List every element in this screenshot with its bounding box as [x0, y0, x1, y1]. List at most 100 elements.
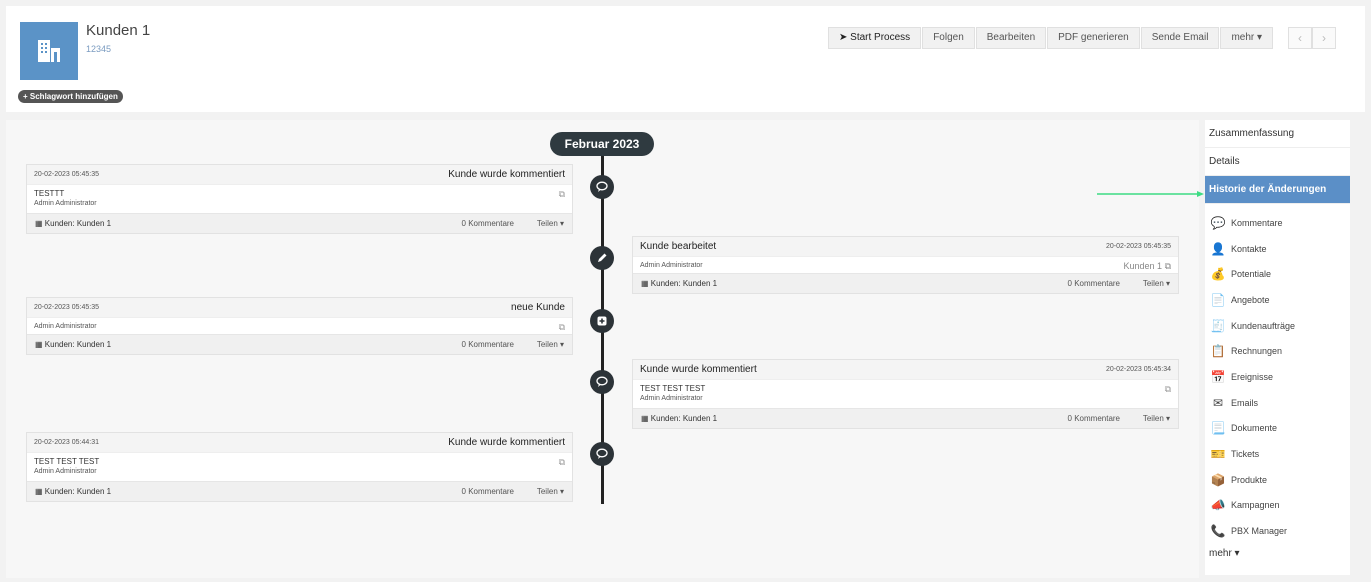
comments-link[interactable]: 0 Kommentare	[1068, 414, 1120, 423]
pencil-icon	[590, 246, 614, 270]
entry-author: Admin Administrator	[640, 262, 703, 269]
sidebar-item-tickets[interactable]: 🎫 Tickets	[1205, 441, 1350, 467]
related-record-link[interactable]: ▦ Kunden: Kunden 1	[641, 279, 717, 288]
share-dropdown[interactable]: Teilen ▾	[537, 487, 564, 496]
entry-author: Admin Administrator	[34, 200, 97, 207]
follow-button[interactable]: Folgen	[922, 27, 975, 49]
timeline-entry: Kunde wurde kommentiert 20-02-2023 05:45…	[632, 359, 1179, 429]
entry-text: TEST TEST TEST	[640, 384, 706, 393]
sidebar-item-events[interactable]: 📅 Ereignisse	[1205, 364, 1350, 390]
entry-text: TESTTT	[34, 189, 65, 198]
person-icon: 👤	[1210, 241, 1226, 256]
sidebar-item-documents[interactable]: 📃 Dokumente	[1205, 416, 1350, 442]
building-icon	[20, 22, 78, 80]
start-process-button[interactable]: ➤ Start Process	[828, 27, 922, 49]
sidebar-item-invoices[interactable]: 📋 Rechnungen	[1205, 338, 1350, 364]
entry-date: 20-02-2023 05:45:34	[1106, 366, 1171, 373]
related-record-link[interactable]: ▦ Kunden: Kunden 1	[641, 414, 717, 423]
record-header: Kunden 1 12345 + Schlagwort hinzufügen ➤…	[6, 6, 1365, 112]
envelope-icon: ✉	[1212, 395, 1224, 410]
share-dropdown[interactable]: Teilen ▾	[537, 340, 564, 349]
entry-title: Kunde wurde kommentiert	[448, 169, 565, 180]
add-tag-button[interactable]: + Schlagwort hinzufügen	[18, 90, 123, 103]
more-actions-button[interactable]: mehr ▾	[1220, 27, 1274, 49]
tab-details[interactable]: Details	[1205, 148, 1350, 176]
comment-icon	[590, 442, 614, 466]
sidebar-item-contacts[interactable]: 👤 Kontakte	[1205, 236, 1350, 262]
phone-icon: 📞	[1210, 524, 1226, 539]
sidebar-item-label: Kontakte	[1231, 243, 1267, 254]
related-label: Kunden: Kunden 1	[44, 340, 112, 349]
building-icon: ▦	[35, 487, 43, 496]
entry-date: 20-02-2023 05:45:35	[34, 304, 99, 311]
tab-history[interactable]: Historie der Änderungen	[1205, 176, 1350, 204]
share-dropdown[interactable]: Teilen ▾	[537, 219, 564, 228]
timeline-entry: 20-02-2023 05:45:35 Kunde wurde kommenti…	[26, 164, 573, 234]
sales-order-icon: 🧾	[1210, 318, 1226, 333]
related-label: Kunden: Kunden 1	[44, 219, 112, 228]
record-number: 12345	[86, 44, 112, 54]
comment-icon: 💬	[1210, 215, 1226, 230]
related-record-link[interactable]: ▦ Kunden: Kunden 1	[35, 487, 111, 496]
entry-title: neue Kunde	[511, 302, 565, 313]
entry-author: Admin Administrator	[640, 395, 703, 402]
send-email-button[interactable]: Sende Email	[1140, 27, 1220, 49]
ticket-icon: 🎫	[1210, 447, 1226, 462]
external-link-icon[interactable]: ⧉	[559, 322, 565, 333]
edit-button[interactable]: Bearbeiten	[975, 27, 1047, 49]
sidebar-item-campaigns[interactable]: 📣 Kampagnen	[1205, 493, 1350, 519]
previous-record-button[interactable]: ‹	[1288, 27, 1312, 49]
sidebar-item-quotes[interactable]: 📄 Angebote	[1205, 287, 1350, 313]
external-link-icon[interactable]: ⧉	[559, 457, 565, 468]
product-icon: 📦	[1210, 472, 1226, 487]
sidebar-item-label: Dokumente	[1231, 423, 1278, 434]
building-icon: ▦	[641, 414, 649, 423]
related-label: Kunden: Kunden 1	[650, 414, 718, 423]
related-label: Kunden: Kunden 1	[44, 487, 112, 496]
sidebar-item-comments[interactable]: 💬 Kommentare	[1205, 210, 1350, 236]
entry-date: 20-02-2023 05:45:35	[34, 171, 99, 178]
action-toolbar: ➤ Start Process Folgen Bearbeiten PDF ge…	[828, 27, 1274, 49]
month-label: Februar 2023	[550, 132, 654, 156]
tab-summary[interactable]: Zusammenfassung	[1205, 120, 1350, 148]
calendar-icon: 📅	[1210, 369, 1226, 384]
plus-icon	[590, 309, 614, 333]
sidebar-item-label: Kommentare	[1231, 217, 1283, 228]
comments-link[interactable]: 0 Kommentare	[462, 487, 514, 496]
share-dropdown[interactable]: Teilen ▾	[1143, 279, 1170, 288]
sidebar-item-pbx-manager[interactable]: 📞 PBX Manager	[1205, 518, 1350, 544]
related-label: Kunden: Kunden 1	[650, 279, 718, 288]
comment-icon	[590, 175, 614, 199]
comment-icon	[590, 370, 614, 394]
building-icon: ▦	[641, 279, 649, 288]
related-record-link[interactable]: ▦ Kunden: Kunden 1	[35, 340, 111, 349]
entry-date: 20-02-2023 05:44:31	[34, 439, 99, 446]
sidebar-item-potentials[interactable]: 💰 Potentiale	[1205, 261, 1350, 287]
sidebar-item-label: Kundenaufträge	[1231, 320, 1296, 331]
external-link-icon[interactable]: ⧉	[1165, 384, 1171, 395]
comments-link[interactable]: 0 Kommentare	[1068, 279, 1120, 288]
sidebar-item-label: Produkte	[1231, 474, 1268, 485]
sidebar-item-products[interactable]: 📦 Produkte	[1205, 467, 1350, 493]
quote-icon: 📄	[1210, 292, 1226, 307]
share-dropdown[interactable]: Teilen ▾	[1143, 414, 1170, 423]
building-icon: ▦	[35, 340, 43, 349]
comments-link[interactable]: 0 Kommentare	[462, 340, 514, 349]
sidebar-item-emails[interactable]: ✉ Emails	[1205, 390, 1350, 416]
sidebar-item-label: PBX Manager	[1231, 526, 1288, 537]
next-record-button[interactable]: ›	[1312, 27, 1336, 49]
related-sidebar: Zusammenfassung Details Historie der Änd…	[1205, 120, 1350, 575]
record-link[interactable]: Kunden 1 ⧉	[1124, 261, 1171, 272]
related-record-link[interactable]: ▦ Kunden: Kunden 1	[35, 219, 111, 228]
sidebar-item-sales-orders[interactable]: 🧾 Kundenaufträge	[1205, 313, 1350, 339]
generate-pdf-button[interactable]: PDF generieren	[1047, 27, 1140, 49]
external-link-icon[interactable]: ⧉	[559, 189, 565, 200]
megaphone-icon: 📣	[1210, 498, 1226, 513]
entry-author: Admin Administrator	[34, 323, 97, 330]
comments-link[interactable]: 0 Kommentare	[462, 219, 514, 228]
history-timeline: Februar 2023 20-02-2023 05:45:35 Kunde w…	[6, 120, 1199, 578]
building-icon: ▦	[35, 219, 43, 228]
sidebar-more-button[interactable]: mehr ▾	[1205, 548, 1350, 559]
entry-title: Kunde wurde kommentiert	[448, 437, 565, 448]
entry-title: Kunde bearbeitet	[640, 241, 717, 252]
